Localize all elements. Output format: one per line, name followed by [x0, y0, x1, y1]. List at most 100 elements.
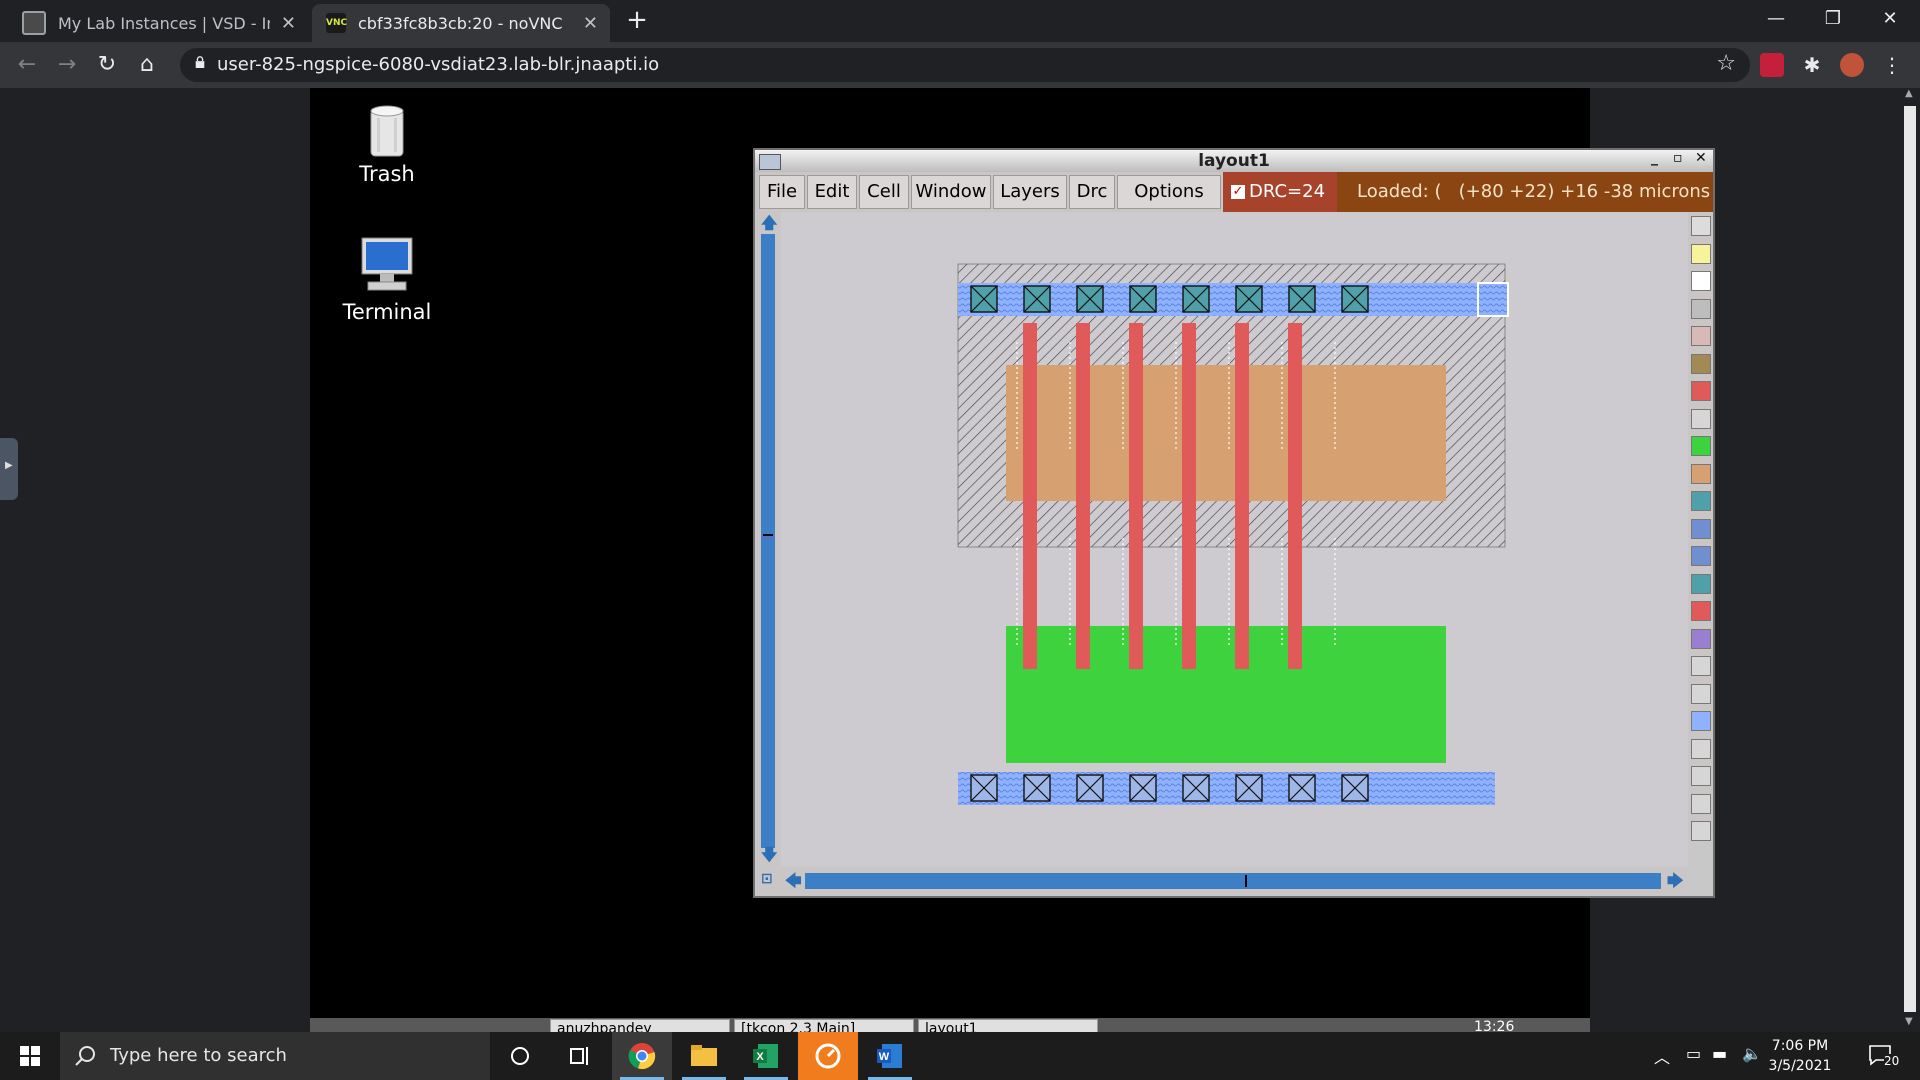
maximize-icon[interactable]: ▫	[1673, 150, 1683, 166]
scroll-up-icon[interactable]: ▲	[1905, 88, 1913, 99]
menu-options[interactable]: Options	[1117, 175, 1221, 209]
close-icon[interactable]: ✕	[1695, 150, 1707, 166]
clock-date: 3/5/2021	[1768, 1058, 1832, 1074]
vertical-scrollbar[interactable]: 🡅 🡇	[757, 212, 779, 866]
tab-novnc[interactable]: VNC cbf33fc8b3cb:20 - noVNC ✕	[312, 4, 610, 42]
desktop-terminal[interactable]: Terminal	[336, 236, 438, 324]
ndc-layer-icon[interactable]	[1691, 491, 1711, 511]
desktop-trash[interactable]: Trash	[350, 104, 424, 186]
tab-my-lab-instances[interactable]: My Lab Instances | VSD - Intellig ✕	[8, 4, 308, 42]
restore-icon[interactable]: ❐	[1805, 4, 1861, 34]
forward-icon[interactable]: →	[52, 50, 82, 80]
vertical-scroll-track[interactable]	[761, 234, 775, 848]
address-bar[interactable]: user-825-ngspice-6080-vsdiat23.lab-blr.j…	[180, 48, 1750, 82]
brown-layer-icon[interactable]	[1691, 353, 1711, 374]
metal1-layer-icon[interactable]	[1691, 711, 1711, 731]
chrome-icon[interactable]	[612, 1032, 672, 1080]
blank7-layer-icon[interactable]	[1691, 821, 1711, 841]
hatch-layer-icon[interactable]	[1691, 326, 1711, 346]
contact	[1129, 774, 1157, 802]
profile-icon[interactable]	[1840, 53, 1864, 77]
yellow-layer-icon[interactable]	[1691, 243, 1711, 264]
menu-drc[interactable]: Drc	[1069, 175, 1115, 209]
layout-canvas[interactable]	[781, 212, 1688, 866]
file-explorer-icon[interactable]	[674, 1032, 734, 1080]
cortana-icon[interactable]	[490, 1032, 550, 1080]
horizontal-scrollbar[interactable]: ⊡ 🡄 🡆	[757, 868, 1687, 894]
nwell-layer-icon[interactable]	[1691, 298, 1711, 319]
layer-palette[interactable]	[1688, 212, 1713, 841]
notification-center-icon[interactable]: 20	[1866, 1042, 1902, 1070]
minimize-icon[interactable]: _	[1651, 150, 1658, 166]
close-window-icon[interactable]: ✕	[1862, 4, 1918, 34]
app-orange-icon[interactable]	[798, 1032, 858, 1080]
menu-layers[interactable]: Layers	[993, 175, 1067, 209]
scroll-down-icon[interactable]: 🡇	[761, 844, 777, 871]
home-icon[interactable]: ⌂	[132, 50, 162, 80]
poly-gate	[1129, 323, 1143, 669]
reload-icon[interactable]: ↻	[92, 50, 122, 80]
task-view-icon[interactable]	[550, 1032, 610, 1080]
menu-file[interactable]: File	[759, 175, 805, 209]
minimize-icon[interactable]: —	[1748, 4, 1804, 34]
window-titlebar[interactable]: layout1 _ ▫ ✕	[755, 150, 1713, 172]
extension-icon[interactable]	[1760, 53, 1784, 77]
x-task-layout1[interactable]: layout1	[918, 1019, 1098, 1032]
scroll-right-icon[interactable]: 🡆	[1667, 870, 1684, 897]
menu-cell[interactable]: Cell	[859, 175, 909, 209]
blank-layer-icon[interactable]	[1691, 408, 1711, 429]
poly-layer-icon[interactable]	[1691, 381, 1711, 401]
close-tab-icon[interactable]: ✕	[583, 13, 598, 34]
contact	[1288, 774, 1316, 802]
pdiff-layer-icon[interactable]	[1691, 463, 1711, 484]
blank6-layer-icon[interactable]	[1691, 793, 1711, 814]
contact	[1076, 774, 1104, 802]
drc-indicator[interactable]: ✓ DRC=24	[1223, 172, 1337, 212]
start-button[interactable]	[0, 1032, 60, 1080]
novnc-control-handle[interactable]: ▶	[0, 438, 18, 500]
page-scroll-thumb[interactable]	[1904, 106, 1916, 1012]
ndiff-layer-icon[interactable]	[1691, 436, 1711, 456]
new-tab-button[interactable]: +	[622, 6, 652, 36]
poly-gate	[1076, 323, 1090, 669]
star-icon[interactable]: ☆	[1716, 51, 1736, 76]
drc-checkbox-icon[interactable]: ✓	[1231, 185, 1245, 199]
via-layer-icon[interactable]	[1691, 628, 1711, 649]
x-task-tkcon[interactable]: [tkcon 2.3 Main]	[734, 1019, 914, 1032]
scroll-down-icon[interactable]: ▼	[1905, 1016, 1913, 1027]
word-icon[interactable]: W	[860, 1032, 920, 1080]
blank3-layer-icon[interactable]	[1691, 683, 1711, 704]
excel-icon[interactable]: X	[736, 1032, 796, 1080]
polyc-layer-icon[interactable]	[1691, 601, 1711, 621]
page-scrollbar[interactable]: ▲ ▼	[1900, 88, 1920, 1032]
m1c-layer-icon[interactable]	[1691, 546, 1711, 566]
horizontal-scroll-track[interactable]	[805, 873, 1661, 889]
psc-layer-icon[interactable]	[1691, 573, 1711, 594]
menu-edit[interactable]: Edit	[807, 175, 857, 209]
x-desktop-taskbar: anuzhpandey [tkcon 2.3 Main] layout1 13:…	[310, 1018, 1590, 1032]
outline-layer-icon[interactable]	[1691, 271, 1711, 291]
scroll-left-icon[interactable]: 🡄	[785, 870, 802, 897]
magic-layout-window[interactable]: layout1 _ ▫ ✕ File Edit Cell Window Laye…	[753, 148, 1715, 898]
back-icon[interactable]: ←	[12, 50, 42, 80]
battery-icon[interactable]: ▬	[1712, 1044, 1727, 1063]
meet-now-icon[interactable]: ▭	[1686, 1044, 1701, 1063]
blank2-layer-icon[interactable]	[1691, 656, 1711, 676]
blank5-layer-icon[interactable]	[1691, 766, 1711, 786]
show-hidden-icons-icon[interactable]: ︿	[1654, 1044, 1670, 1068]
menu-window[interactable]: Window	[911, 175, 991, 209]
x-task-terminal[interactable]: anuzhpandey	[550, 1019, 730, 1032]
puzzle-icon[interactable]: ✱	[1800, 53, 1824, 77]
layout-drawing[interactable]	[781, 212, 1688, 866]
blank4-layer-icon[interactable]	[1691, 738, 1711, 759]
browser-toolbar: ← → ↻ ⌂ user-825-ngspice-6080-vsdiat23.l…	[0, 42, 1920, 88]
close-tab-icon[interactable]: ✕	[281, 13, 296, 34]
system-clock[interactable]: 7:06 PM 3/5/2021	[1755, 1036, 1845, 1076]
menu-icon[interactable]: ⋮	[1880, 53, 1904, 77]
zoom-box-icon[interactable]: ⊡	[761, 871, 773, 887]
pdc-layer-icon[interactable]	[1691, 518, 1711, 539]
taskbar-search[interactable]: Type here to search	[60, 1032, 490, 1080]
vnc-screen[interactable]: Trash Terminal layout1 _ ▫ ✕ File Edit C…	[310, 88, 1715, 1024]
ndiff-region	[1006, 626, 1446, 763]
grid-layer-icon[interactable]	[1691, 216, 1711, 236]
